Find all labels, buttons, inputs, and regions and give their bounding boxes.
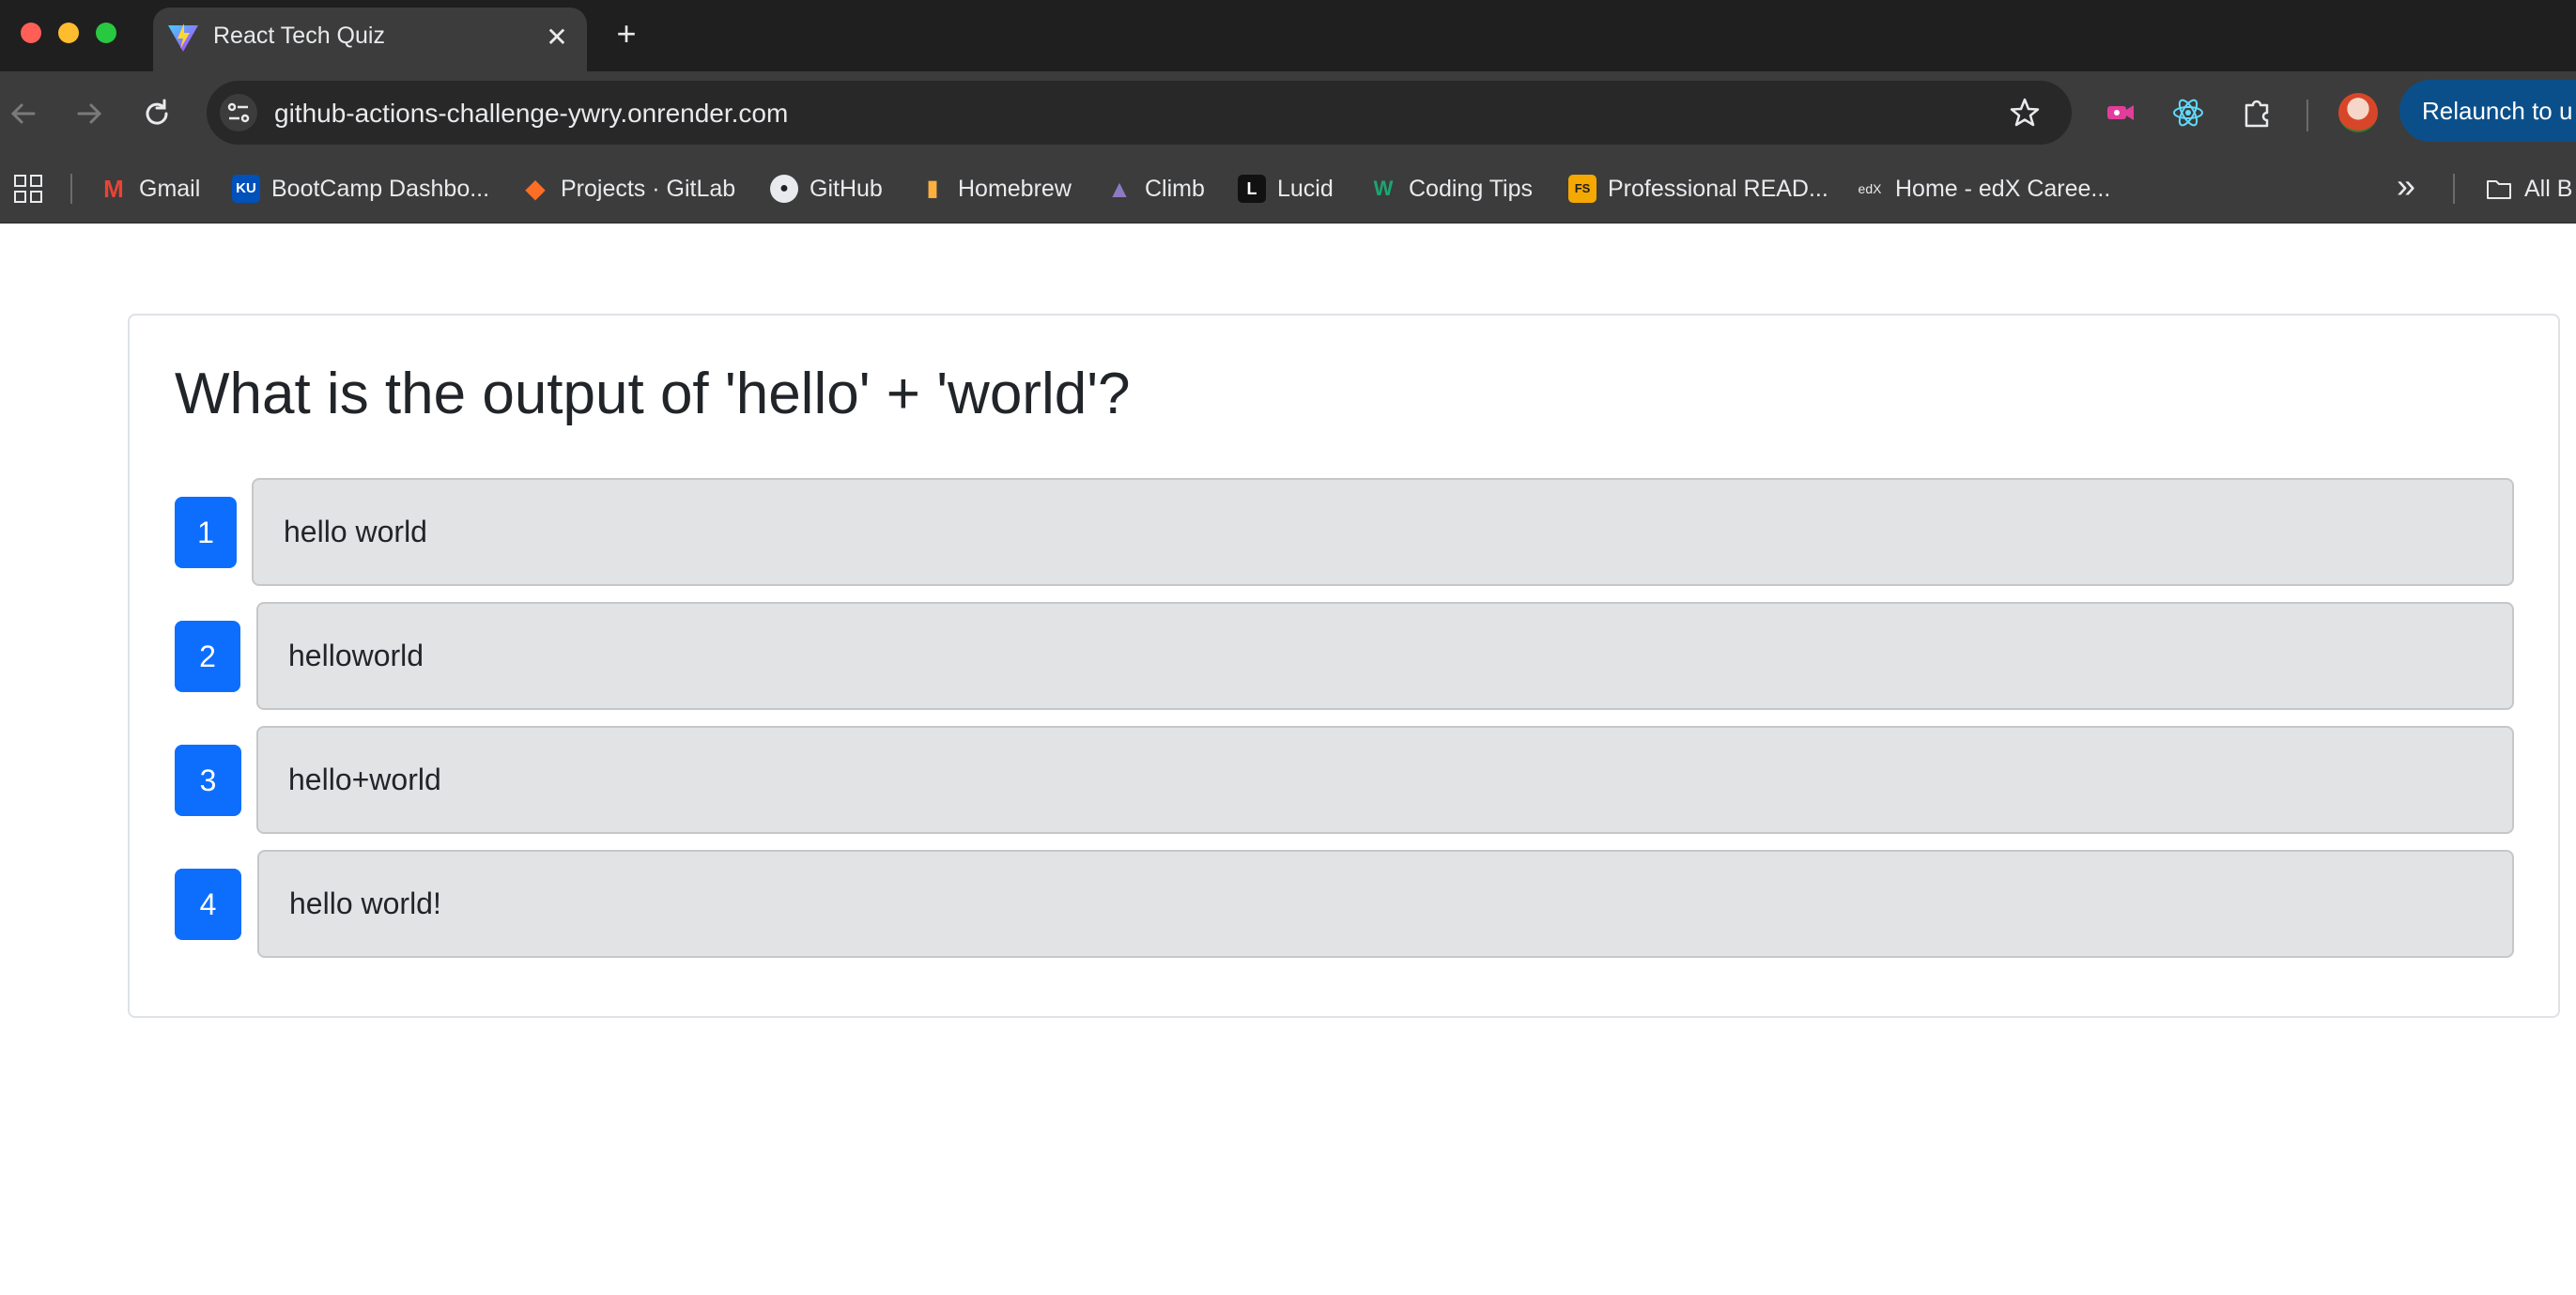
gmail-icon: M — [103, 175, 124, 203]
bookmarks-overflow-icon[interactable]: » — [2397, 166, 2415, 206]
github-icon: ● — [770, 175, 798, 203]
bookmark-label: BootCamp Dashbo... — [271, 175, 490, 202]
answer-2-option[interactable]: helloworld — [256, 602, 2514, 710]
bookmark-lucid[interactable]: L Lucid — [1238, 168, 1334, 209]
answer-3-button[interactable]: 3 — [175, 745, 241, 816]
bookmarks-bar: M Gmail KU BootCamp Dashbo... ◆ Projects… — [0, 155, 2576, 224]
browser-toolbar: github-actions-challenge-ywry.onrender.c… — [0, 71, 2576, 155]
bookmark-label: Projects · GitLab — [561, 175, 736, 202]
bookmarks-divider — [70, 174, 72, 204]
bookmark-homebrew[interactable]: ▮ Homebrew — [918, 168, 1072, 209]
new-tab-button[interactable]: + — [606, 15, 647, 56]
bookmark-label: Coding Tips — [1409, 175, 1534, 202]
relaunch-button[interactable]: Relaunch to u — [2399, 80, 2576, 142]
fs-icon: FS — [1568, 175, 1597, 203]
bookmark-label: Professional READ... — [1608, 175, 1828, 202]
question-title: What is the output of 'hello' + 'world'? — [175, 362, 1131, 426]
bookmark-label: Home - edX Caree... — [1895, 175, 2111, 202]
bookmark-label: Homebrew — [958, 175, 1072, 202]
bookmark-bootcamp-dashboard[interactable]: KU BootCamp Dashbo... — [232, 168, 489, 209]
bookmark-label: All B — [2524, 175, 2573, 202]
tab-title: React Tech Quiz — [213, 23, 385, 49]
answer-4-button[interactable]: 4 — [175, 869, 241, 940]
folder-icon — [2487, 180, 2511, 199]
answer-1-button[interactable]: 1 — [175, 497, 237, 568]
forward-arrow-icon[interactable] — [68, 92, 111, 135]
ku-icon: KU — [232, 175, 260, 203]
all-bookmarks-folder[interactable]: All B — [2485, 168, 2572, 209]
back-arrow-icon[interactable] — [2, 92, 45, 135]
climb-icon: ▲ — [1107, 175, 1132, 203]
site-settings-icon[interactable] — [220, 94, 257, 131]
bookmark-label: GitHub — [810, 175, 883, 202]
lucid-icon: L — [1238, 175, 1266, 203]
answer-3-option[interactable]: hello+world — [256, 726, 2514, 834]
browser-tab[interactable]: React Tech Quiz ✕ — [153, 8, 587, 71]
close-tab-icon[interactable]: ✕ — [538, 19, 576, 56]
address-bar[interactable]: github-actions-challenge-ywry.onrender.c… — [207, 81, 2072, 145]
maximize-window-button[interactable] — [96, 23, 116, 43]
screen-recorder-extension-icon[interactable] — [2100, 92, 2141, 133]
reload-icon[interactable] — [135, 92, 178, 135]
profile-avatar[interactable] — [2338, 93, 2378, 132]
bookmark-label: Lucid — [1277, 175, 1334, 202]
bookmark-github[interactable]: ● GitHub — [770, 168, 883, 209]
url-text: github-actions-challenge-ywry.onrender.c… — [274, 99, 789, 128]
w-icon: W — [1373, 177, 1394, 200]
bookmark-coding-tips[interactable]: W Coding Tips — [1369, 168, 1533, 209]
react-devtools-icon[interactable] — [2167, 92, 2209, 133]
bookmark-professional-readme[interactable]: FS Professional READ... — [1568, 168, 1828, 209]
bookmark-gitlab[interactable]: ◆ Projects · GitLab — [521, 168, 735, 209]
gitlab-icon: ◆ — [525, 174, 546, 203]
answer-1-option[interactable]: hello world — [252, 478, 2514, 586]
close-window-button[interactable] — [21, 23, 41, 43]
edx-icon: edX — [1858, 181, 1882, 196]
answer-4-option[interactable]: hello world! — [257, 850, 2514, 958]
bookmark-label: Climb — [1145, 175, 1205, 202]
bookmark-climb[interactable]: ▲ Climb — [1105, 168, 1205, 209]
extensions-puzzle-icon[interactable] — [2237, 92, 2278, 133]
homebrew-icon: ▮ — [926, 176, 939, 201]
bookmark-gmail[interactable]: M Gmail — [100, 168, 200, 209]
apps-grid-icon[interactable] — [13, 174, 43, 204]
bookmark-label: Gmail — [139, 175, 201, 202]
minimize-window-button[interactable] — [58, 23, 79, 43]
answer-2-button[interactable]: 2 — [175, 621, 240, 692]
bookmarks-divider — [2453, 174, 2455, 204]
bookmark-edx[interactable]: edX Home - edX Caree... — [1856, 168, 2111, 209]
vite-icon — [168, 23, 198, 52]
bookmark-star-icon[interactable] — [2006, 94, 2044, 131]
toolbar-divider — [2306, 100, 2308, 131]
tab-strip: React Tech Quiz ✕ + — [0, 0, 2576, 71]
